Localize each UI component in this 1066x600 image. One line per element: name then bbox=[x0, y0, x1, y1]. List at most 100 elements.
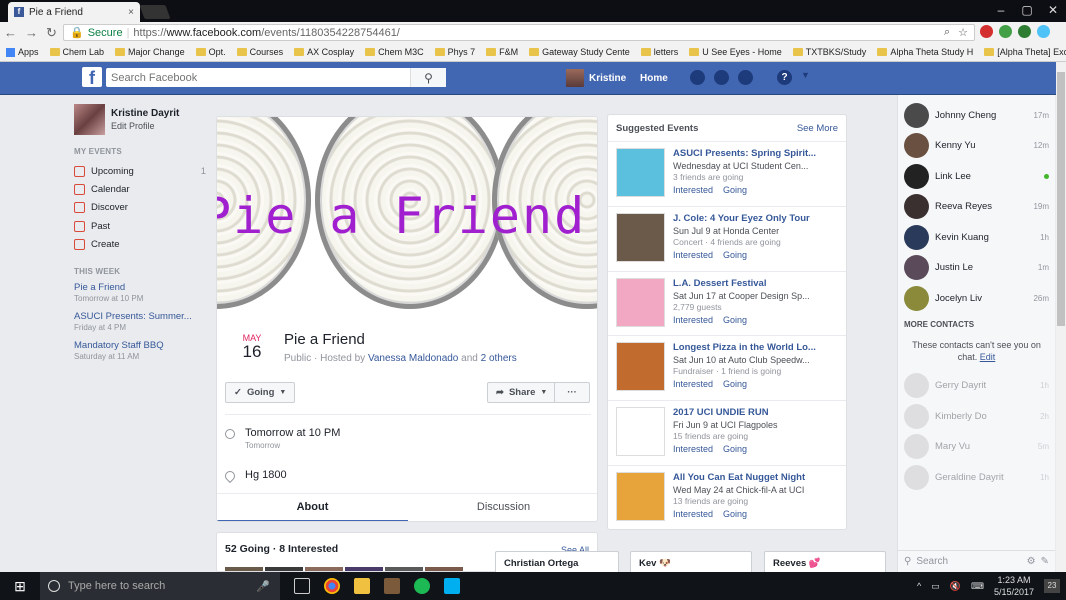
help-icon[interactable]: ? bbox=[777, 70, 792, 85]
minimize-icon[interactable]: – bbox=[988, 0, 1014, 22]
chat-contact[interactable]: Reeva Reyes 19m bbox=[898, 192, 1055, 223]
taskbar-search[interactable]: Type here to search 🎤 bbox=[40, 572, 280, 600]
chat-contact[interactable]: Link Lee bbox=[898, 161, 1055, 192]
going-button[interactable]: Going bbox=[723, 444, 747, 454]
facebook-logo-icon[interactable]: f bbox=[82, 67, 102, 88]
file-explorer-icon[interactable] bbox=[354, 578, 370, 594]
chat-contact[interactable]: Kevin Kuang 1h bbox=[898, 222, 1055, 253]
event-thumbnail[interactable] bbox=[616, 277, 665, 327]
home-link[interactable]: Home bbox=[640, 73, 668, 84]
network-icon[interactable]: ▭ bbox=[931, 581, 940, 592]
header-profile-link[interactable]: Kristine bbox=[566, 69, 626, 87]
messages-icon[interactable] bbox=[714, 70, 729, 85]
other-hosts-link[interactable]: 2 others bbox=[481, 353, 517, 364]
bookmark-item[interactable]: Opt. bbox=[195, 47, 226, 57]
sidebar-item-calendar[interactable]: Calendar bbox=[74, 180, 206, 198]
this-week-title[interactable]: Pie a Friend bbox=[74, 282, 206, 293]
going-button[interactable]: Going bbox=[723, 379, 747, 389]
bookmark-item[interactable]: Gateway Study Cente bbox=[529, 47, 630, 57]
bookmark-item[interactable]: [Alpha Theta] Excom bbox=[984, 47, 1066, 57]
host-link[interactable]: Vanessa Maldonado bbox=[368, 353, 458, 364]
windows-start-icon[interactable]: ⊞ bbox=[0, 578, 40, 595]
event-thumbnail[interactable] bbox=[616, 148, 665, 197]
task-view-icon[interactable] bbox=[294, 578, 310, 594]
new-tab-button[interactable] bbox=[139, 5, 171, 19]
app-icon[interactable] bbox=[384, 578, 400, 594]
chat-contact-offline[interactable]: Geraldine Dayrit 1h bbox=[898, 462, 1055, 493]
bookmark-item[interactable]: Chem M3C bbox=[365, 47, 424, 57]
sidebar-item-discover[interactable]: Discover bbox=[74, 199, 206, 217]
edit-chat-link[interactable]: Edit bbox=[980, 352, 996, 362]
suggested-event-title[interactable]: 2017 UCI UNDIE RUN bbox=[673, 407, 831, 418]
interested-button[interactable]: Interested bbox=[673, 185, 713, 195]
this-week-item[interactable]: ASUCI Presents: Summer... Friday at 4 PM bbox=[74, 311, 206, 332]
facebook-search-box[interactable]: ⚲ bbox=[106, 68, 446, 87]
interested-button[interactable]: Interested bbox=[673, 509, 713, 519]
bookmark-item[interactable]: Courses bbox=[236, 47, 283, 57]
this-week-item[interactable]: Mandatory Staff BBQ Saturday at 11 AM bbox=[74, 340, 206, 361]
chat-contact-offline[interactable]: Kimberly Do 2h bbox=[898, 401, 1055, 432]
share-button[interactable]: ➦ Share ▼ bbox=[487, 382, 557, 403]
chat-contact[interactable]: Jocelyn Liv 26m bbox=[898, 283, 1055, 314]
spotify-icon[interactable] bbox=[414, 578, 430, 594]
tab-about[interactable]: About bbox=[217, 494, 408, 521]
bookmark-item[interactable]: TXTBKS/Study bbox=[792, 47, 866, 57]
scrollbar-thumb[interactable] bbox=[1057, 72, 1065, 326]
search-icon[interactable]: ⚲ bbox=[410, 68, 446, 87]
close-tab-icon[interactable]: × bbox=[128, 7, 134, 18]
bookmark-item[interactable]: Major Change bbox=[115, 47, 185, 57]
event-thumbnail[interactable] bbox=[616, 212, 665, 262]
going-button[interactable]: Going bbox=[723, 185, 747, 195]
interested-button[interactable]: Interested bbox=[673, 444, 713, 454]
reload-icon[interactable]: ↻ bbox=[46, 25, 57, 41]
clock[interactable]: 1:23 AM 5/15/2017 bbox=[994, 574, 1034, 598]
facebook-search-input[interactable] bbox=[111, 71, 411, 84]
sidebar-item-upcoming[interactable]: Upcoming 1 bbox=[74, 162, 206, 180]
forward-icon[interactable]: → bbox=[25, 25, 38, 40]
gear-icon[interactable]: ⚙ bbox=[1027, 556, 1036, 567]
bookmark-item[interactable]: Phys 7 bbox=[434, 47, 475, 57]
suggested-event-title[interactable]: J. Cole: 4 Your Eyez Only Tour bbox=[673, 213, 831, 224]
chat-tab[interactable]: Kev 🐶 bbox=[630, 551, 752, 572]
chat-contact-offline[interactable]: Mary Vu 5m bbox=[898, 432, 1055, 463]
close-window-icon[interactable]: ✕ bbox=[1040, 0, 1066, 22]
chrome-icon[interactable] bbox=[324, 578, 340, 594]
chat-contact[interactable]: Justin Le 1m bbox=[898, 253, 1055, 284]
extension-icon[interactable] bbox=[1037, 25, 1050, 38]
suggested-event-title[interactable]: ASUCI Presents: Spring Spirit... bbox=[673, 148, 831, 159]
show-hidden-icons-icon[interactable]: ^ bbox=[917, 581, 921, 591]
zoom-search-icon[interactable]: ⌕ bbox=[944, 26, 950, 39]
profile-link[interactable]: Kristine Dayrit Edit Profile bbox=[74, 104, 206, 135]
chat-contact[interactable]: Johnny Cheng 17m bbox=[898, 100, 1055, 131]
volume-icon[interactable]: 🔇 bbox=[950, 581, 961, 592]
suggested-event-title[interactable]: All You Can Eat Nugget Night bbox=[673, 472, 831, 483]
chat-contact-offline[interactable]: Gerry Dayrit 1h bbox=[898, 371, 1055, 402]
skype-icon[interactable] bbox=[444, 578, 460, 594]
suggested-event-title[interactable]: L.A. Dessert Festival bbox=[673, 278, 831, 289]
interested-button[interactable]: Interested bbox=[673, 315, 713, 325]
notifications-globe-icon[interactable] bbox=[738, 70, 753, 85]
bookmark-item[interactable]: AX Cosplay bbox=[294, 47, 354, 57]
edit-profile-link[interactable]: Edit Profile bbox=[111, 121, 179, 131]
sidebar-item-create[interactable]: Create bbox=[74, 235, 206, 253]
profile-name[interactable]: Kristine Dayrit bbox=[111, 108, 179, 119]
bookmark-item[interactable]: Alpha Theta Study H bbox=[877, 47, 973, 57]
event-thumbnail[interactable] bbox=[616, 471, 665, 521]
account-menu-icon[interactable]: ▼ bbox=[801, 70, 816, 85]
bookmark-star-icon[interactable]: ☆ bbox=[958, 26, 968, 39]
suggested-event-title[interactable]: Longest Pizza in the World Lo... bbox=[673, 342, 831, 353]
back-icon[interactable]: ← bbox=[4, 25, 17, 40]
interested-button[interactable]: Interested bbox=[673, 379, 713, 389]
see-more-link[interactable]: See More bbox=[797, 123, 838, 134]
chat-tab[interactable]: Christian Ortega bbox=[495, 551, 619, 572]
extension-icon[interactable] bbox=[1018, 25, 1031, 38]
this-week-item[interactable]: Pie a Friend Tomorrow at 10 PM bbox=[74, 282, 206, 303]
bookmark-item[interactable]: letters bbox=[640, 47, 678, 57]
going-button[interactable]: Going bbox=[723, 509, 747, 519]
going-button[interactable]: Going bbox=[723, 315, 747, 325]
microphone-icon[interactable]: 🎤 bbox=[256, 580, 270, 593]
bookmark-item[interactable]: Apps bbox=[6, 47, 39, 57]
maximize-icon[interactable]: ▢ bbox=[1014, 0, 1040, 22]
tab-discussion[interactable]: Discussion bbox=[408, 494, 597, 521]
friend-requests-icon[interactable] bbox=[690, 70, 705, 85]
